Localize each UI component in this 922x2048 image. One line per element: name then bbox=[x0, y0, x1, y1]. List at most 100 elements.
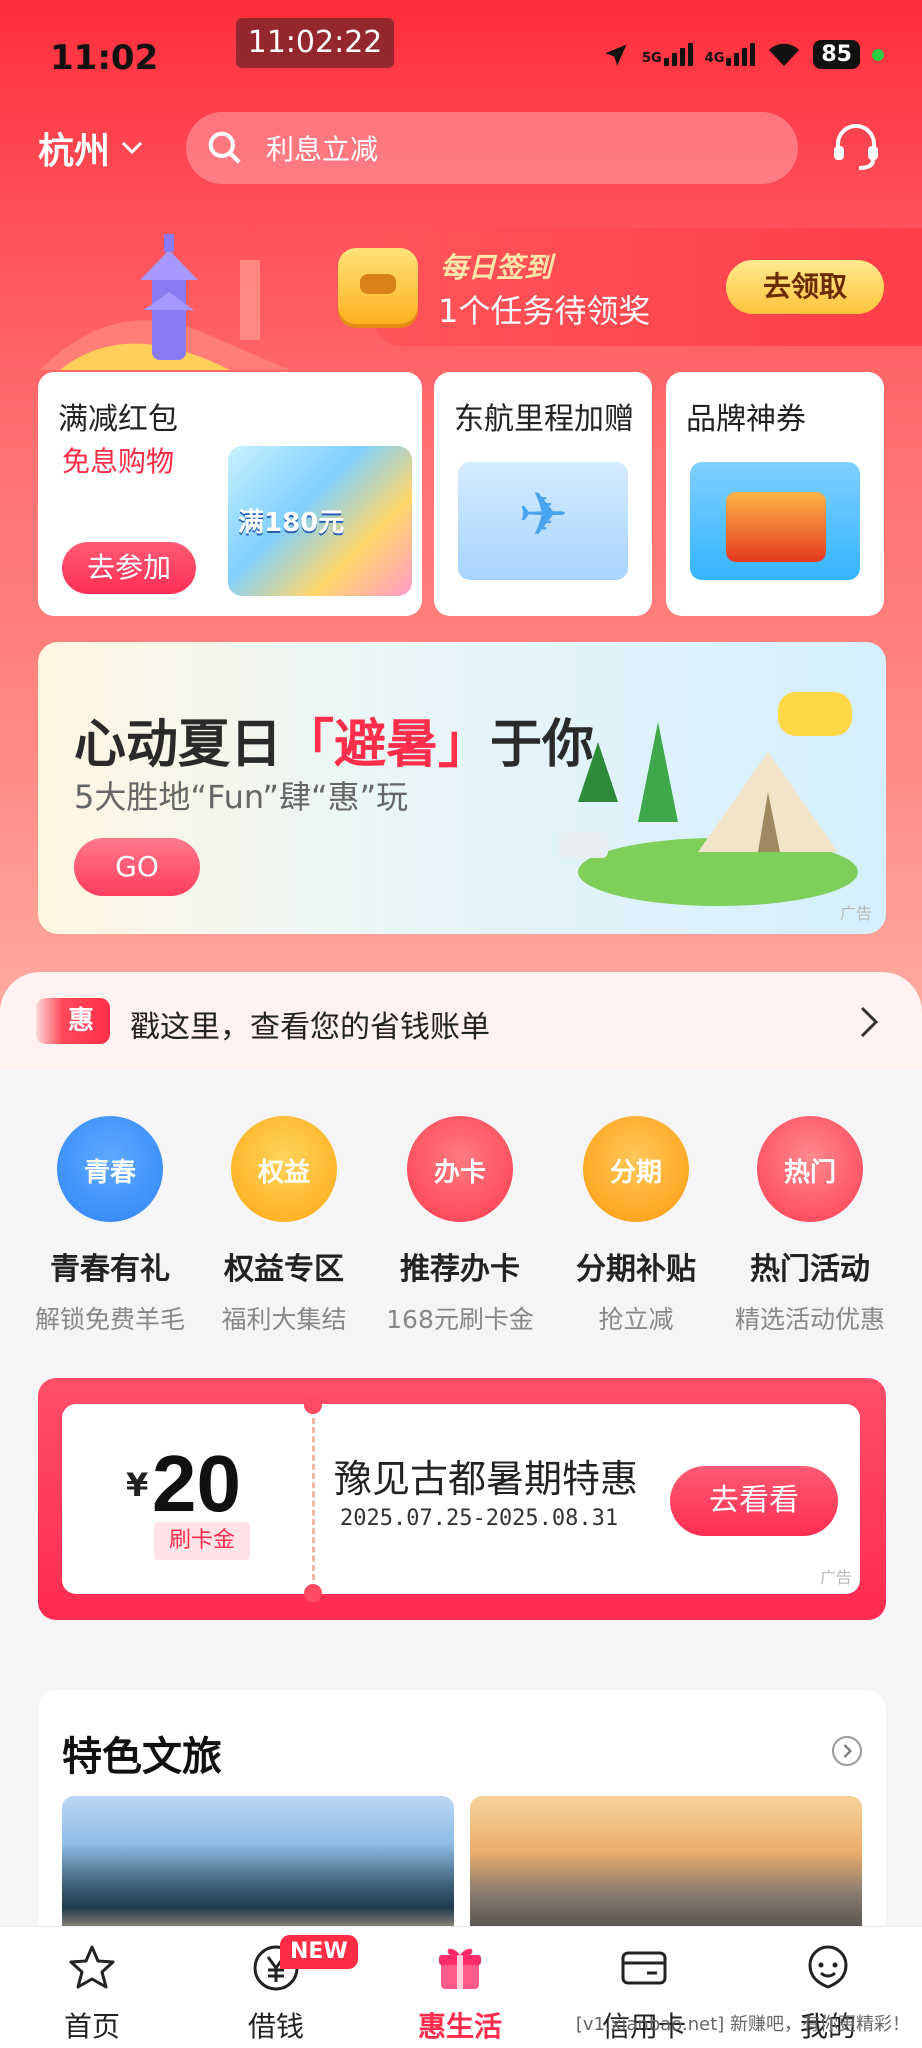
promo-card-brand-coupon[interactable]: 品牌神券 bbox=[666, 372, 884, 616]
youth-hoodie-icon: 青春 bbox=[57, 1116, 163, 1222]
tab-home[interactable]: 首页 bbox=[0, 1941, 184, 2045]
banner-go-button[interactable]: GO bbox=[74, 838, 200, 896]
culture-travel-section: 特色文旅 bbox=[38, 1690, 886, 1940]
savings-bill-bar[interactable]: 惠 戳这里，查看您的省钱账单 bbox=[0, 972, 922, 1072]
banner-subtitle: 5大胜地“Fun”肆“惠”玩 bbox=[74, 778, 409, 816]
banner-title-prefix: 心动夏日 bbox=[74, 715, 283, 775]
signal-4g-icon: 4G bbox=[705, 43, 756, 66]
view-coupon-button[interactable]: 去看看 bbox=[670, 1466, 838, 1536]
promo-card-airline-miles[interactable]: 东航里程加赠 bbox=[434, 372, 652, 616]
customer-service-icon[interactable] bbox=[828, 118, 884, 174]
coastline-photo[interactable] bbox=[62, 1796, 454, 1940]
pagoda-illustration bbox=[40, 234, 290, 370]
summer-campaign-banner[interactable]: 心动夏日「避暑」于你 5大胜地“Fun”肆“惠”玩 GO 广告 bbox=[38, 642, 886, 934]
quick-entry-sub: 168元刷卡金 bbox=[386, 1305, 534, 1334]
coupon-inner: ¥ 20 刷卡金 豫见古都暑期特惠 2025.07.25-2025.08.31 … bbox=[62, 1396, 860, 1602]
airplane-illustration bbox=[458, 462, 628, 580]
coupon-notch-bottom bbox=[304, 1584, 322, 1602]
network2-label: 4G bbox=[704, 51, 725, 66]
tab-hui-life[interactable]: 惠生活 bbox=[368, 1941, 552, 2045]
card-application-icon: 办卡 bbox=[407, 1116, 513, 1222]
tab-label: 首页 bbox=[63, 2010, 120, 2043]
signin-subtitle: 1个任务待领奖 bbox=[438, 292, 651, 330]
quick-entry-youth-gift[interactable]: 青春 青春有礼 解锁免费羊毛 bbox=[22, 1116, 198, 1336]
promo-card-discount[interactable]: 满减红包 免息购物 去参加 bbox=[38, 372, 422, 616]
wifi-icon bbox=[769, 43, 800, 66]
signin-coin-icon bbox=[338, 248, 418, 324]
search-icon bbox=[208, 131, 241, 164]
coupon-date-range: 2025.07.25-2025.08.31 bbox=[340, 1506, 619, 1531]
join-button[interactable]: 去参加 bbox=[62, 542, 196, 594]
credit-card-icon bbox=[621, 1951, 667, 1985]
quick-entry-sub: 解锁免费羊毛 bbox=[34, 1305, 185, 1334]
chevron-right-circle-icon[interactable] bbox=[832, 1736, 862, 1766]
banner-title-highlight: 「避暑」 bbox=[282, 715, 491, 775]
quick-entry-installment[interactable]: 分期 分期补贴 抢立减 bbox=[548, 1116, 724, 1336]
status-icons: 5G 4G 85 bbox=[602, 40, 884, 69]
red-packet-illustration bbox=[228, 446, 412, 596]
profile-face-icon bbox=[808, 1945, 848, 1989]
coupon-title: 豫见古都暑期特惠 bbox=[334, 1457, 639, 1501]
quick-entry-label: 权益专区 bbox=[224, 1252, 344, 1287]
chevron-right-icon bbox=[860, 1006, 879, 1038]
location-arrow-icon bbox=[605, 44, 627, 65]
quick-entry-icon-text: 热门 bbox=[783, 1158, 836, 1188]
quick-entry-label: 分期补贴 bbox=[576, 1252, 696, 1287]
status-time: 11:02 bbox=[50, 38, 159, 78]
section-title: 特色文旅 bbox=[62, 1734, 222, 1780]
flame-icon: 热门 bbox=[757, 1116, 863, 1222]
new-badge: NEW bbox=[280, 1935, 358, 1969]
quick-entry-label: 青春有礼 bbox=[50, 1252, 170, 1287]
food-illustration bbox=[690, 462, 860, 580]
promo-card-title: 东航里程加赠 bbox=[454, 402, 634, 437]
network-label: 5G bbox=[641, 51, 662, 66]
savings-bill-text: 戳这里，查看您的省钱账单 bbox=[130, 1010, 490, 1045]
banner-title: 心动夏日「避暑」于你 bbox=[74, 702, 594, 777]
coupon-type-tag: 刷卡金 bbox=[154, 1522, 250, 1560]
quick-entry-sub: 抢立减 bbox=[598, 1305, 674, 1334]
tab-label: 借钱 bbox=[247, 2010, 304, 2043]
city-selector[interactable]: 杭州 bbox=[38, 122, 144, 174]
quick-entry-label: 热门活动 bbox=[750, 1252, 870, 1287]
promo-card-title: 品牌神券 bbox=[686, 402, 806, 437]
pagoda-sunset-photo[interactable] bbox=[470, 1796, 862, 1940]
quick-entry-icon-text: 分期 bbox=[609, 1158, 662, 1188]
hui-tag-icon: 惠 bbox=[36, 998, 110, 1044]
chevron-down-icon bbox=[121, 141, 143, 155]
coupon-divider bbox=[312, 1418, 315, 1580]
coupon-currency: ¥ bbox=[126, 1466, 149, 1504]
quick-entry-benefits[interactable]: 权益 权益专区 福利大集结 bbox=[196, 1116, 372, 1336]
quick-entry-hot-activities[interactable]: 热门 热门活动 精选活动优惠 bbox=[722, 1116, 898, 1336]
quick-entry-icon-text: 权益 bbox=[257, 1158, 310, 1188]
coupon-amount: 20 bbox=[152, 1439, 241, 1528]
camping-tent-illustration bbox=[558, 692, 858, 906]
gift-icon bbox=[439, 1948, 481, 1989]
quick-entry-apply-card[interactable]: 办卡 推荐办卡 168元刷卡金 bbox=[372, 1116, 548, 1336]
ad-label: 广告 bbox=[819, 1568, 852, 1587]
claim-reward-button[interactable]: 去领取 bbox=[726, 260, 884, 314]
quick-entry-icon-text: 青春 bbox=[83, 1158, 136, 1188]
promo-card-title: 满减红包 bbox=[58, 402, 178, 437]
search-bar[interactable]: 利息立减 bbox=[186, 112, 798, 184]
recording-clock: 11:02:22 bbox=[236, 18, 394, 68]
search-placeholder: 利息立减 bbox=[266, 133, 379, 166]
quick-entry-sub: 精选活动优惠 bbox=[734, 1305, 885, 1334]
bottom-tab-bar: 首页 借钱 NEW 惠生活 信用卡 我的 [v1.xianbao.net] 新赚… bbox=[0, 1926, 922, 2048]
coupon-notch-top bbox=[304, 1396, 322, 1414]
quick-entry-sub: 福利大集结 bbox=[221, 1305, 347, 1334]
tab-label: 惠生活 bbox=[417, 2010, 502, 2043]
signal-5g-icon: 5G bbox=[642, 43, 693, 66]
quick-entry-grid: 青春 青春有礼 解锁免费羊毛 权益 权益专区 福利大集结 办卡 推荐办卡 168… bbox=[0, 1070, 922, 1360]
status-bar: 11:02 11:02:22 5G 4G 85 bbox=[0, 0, 922, 100]
ad-label: 广告 bbox=[839, 904, 872, 923]
signin-title: 每日签到 bbox=[440, 251, 553, 284]
quick-entry-icon-text: 办卡 bbox=[433, 1158, 486, 1188]
installment-ticket-icon: 分期 bbox=[583, 1116, 689, 1222]
privacy-indicator bbox=[872, 48, 884, 61]
promo-card-subtitle: 免息购物 bbox=[62, 445, 175, 478]
watermark: [v1.xianbao.net] 新赚吧，有你更精彩！ bbox=[575, 2014, 910, 2035]
quick-entry-label: 推荐办卡 bbox=[400, 1252, 520, 1287]
coupon-card[interactable]: ¥ 20 刷卡金 豫见古都暑期特惠 2025.07.25-2025.08.31 … bbox=[38, 1378, 886, 1620]
city-label: 杭州 bbox=[38, 131, 111, 172]
star-icon bbox=[69, 1945, 115, 1989]
